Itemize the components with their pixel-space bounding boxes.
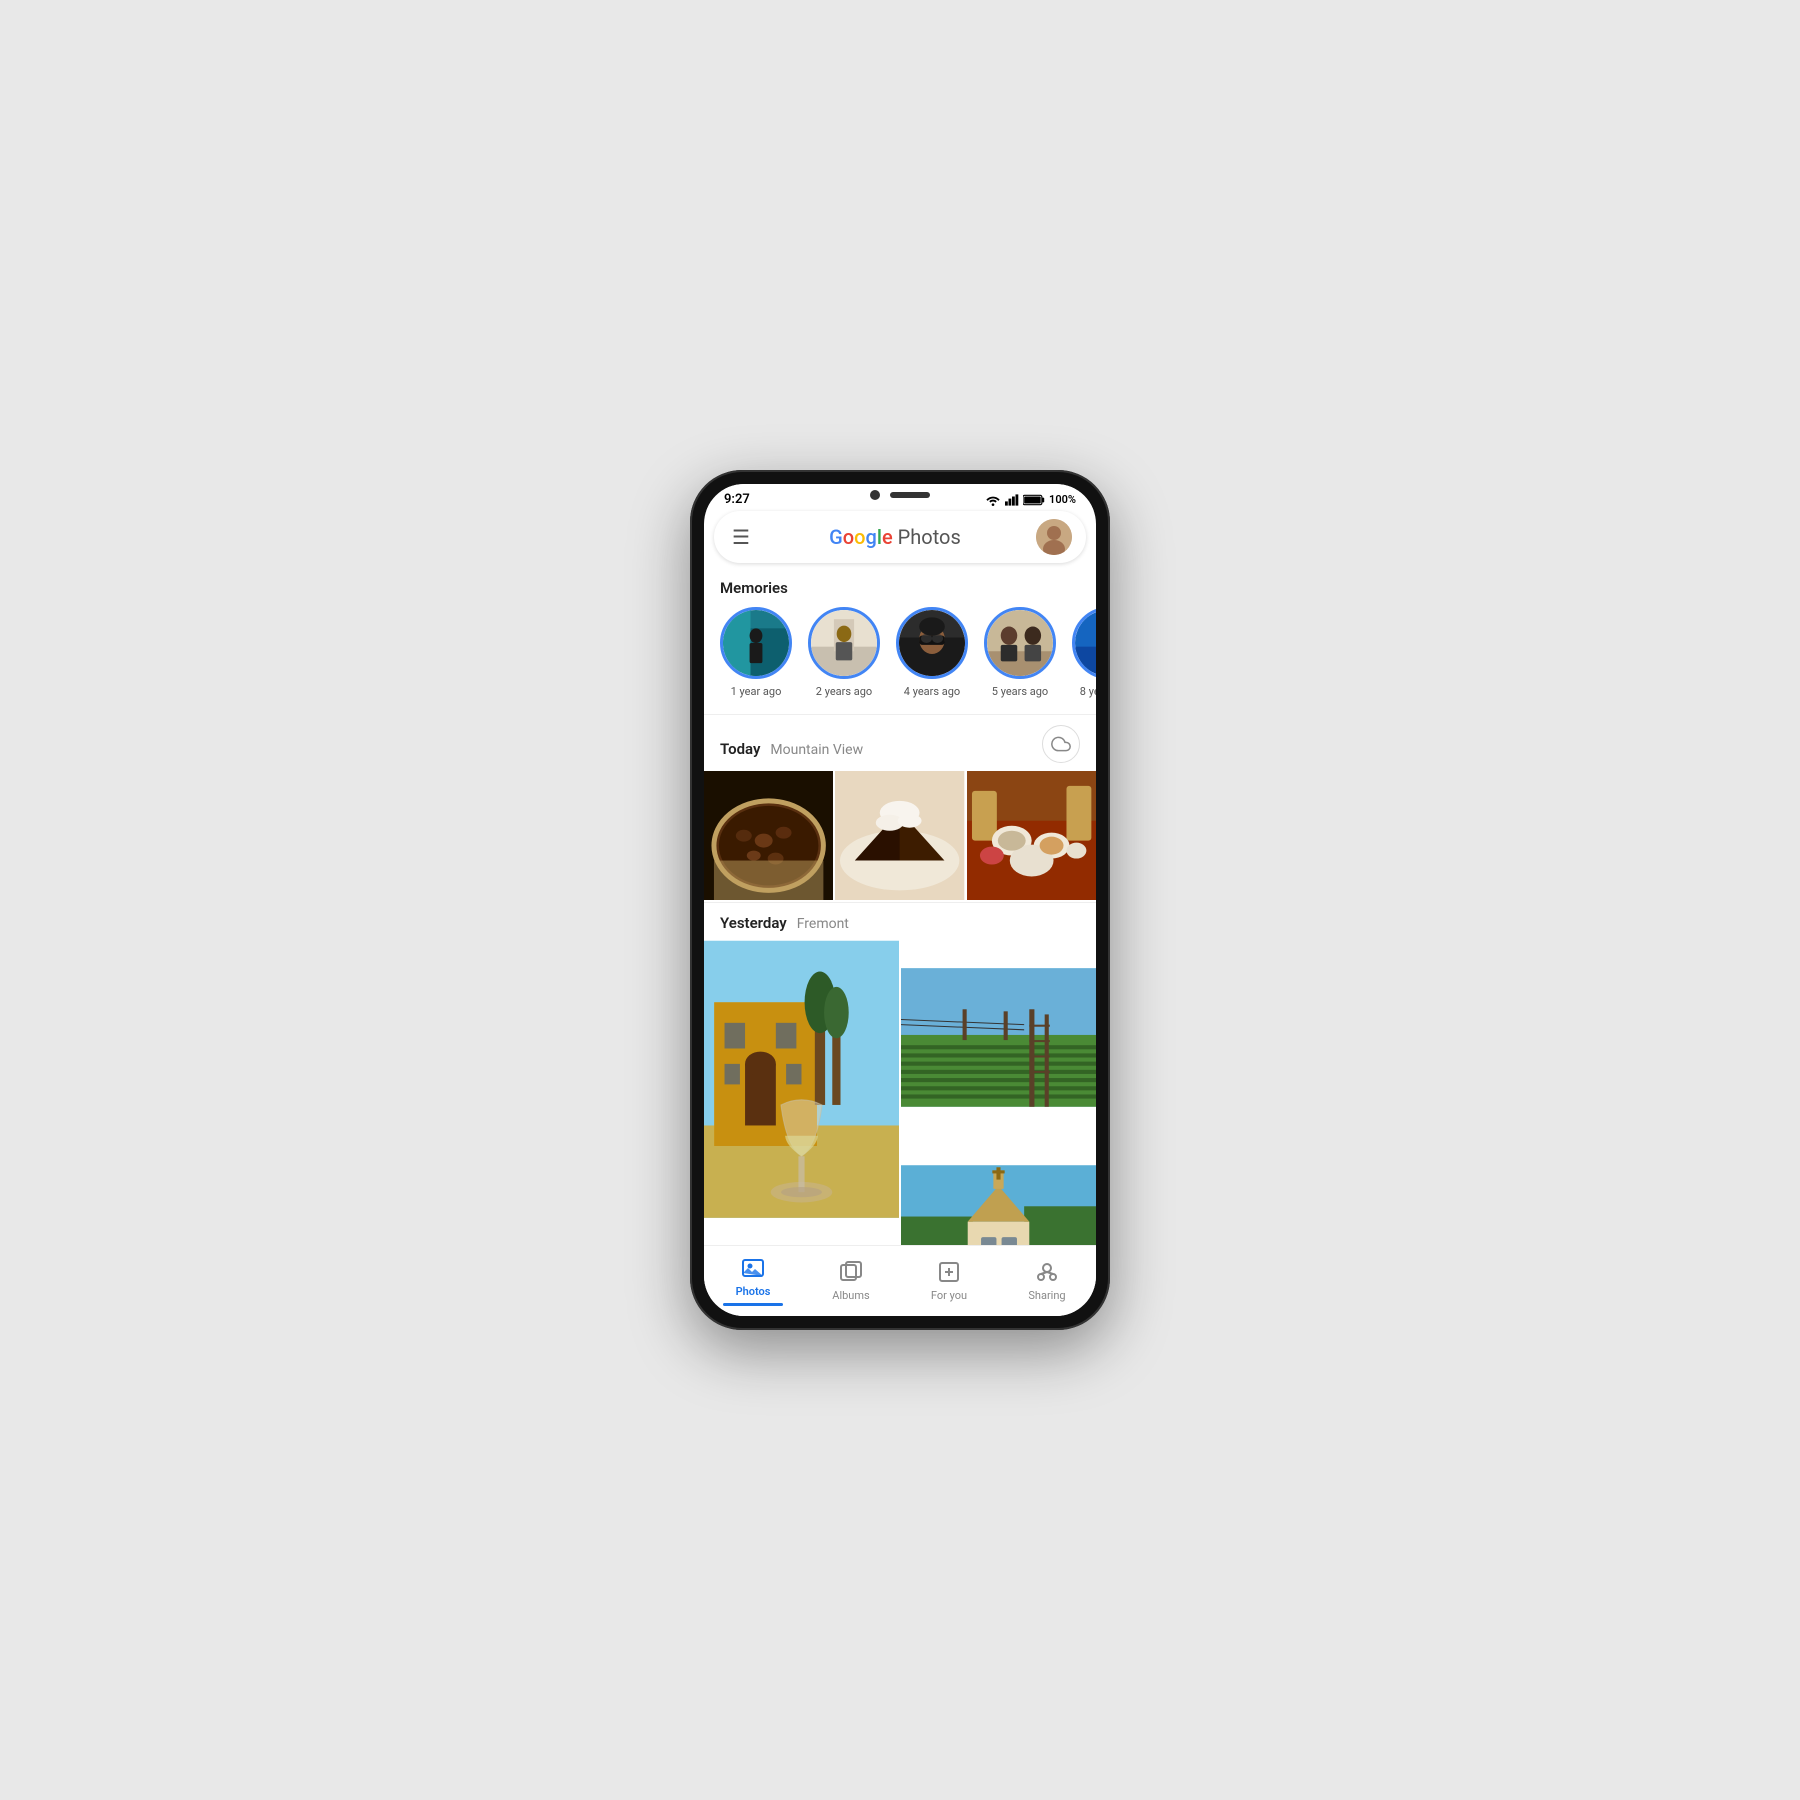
today-photo-1[interactable] xyxy=(704,771,833,900)
main-content: Memories 1 year ago xyxy=(704,571,1096,1245)
title-o2: o xyxy=(854,525,865,549)
title-e: e xyxy=(882,525,893,549)
phone-device: 9:27 xyxy=(690,470,1110,1330)
nav-photos-label: Photos xyxy=(736,1285,771,1298)
nav-for-you[interactable]: For you xyxy=(900,1258,998,1302)
status-time: 9:27 xyxy=(724,492,750,507)
nav-photos[interactable]: Photos xyxy=(704,1254,802,1306)
yesterday-photo-church[interactable] xyxy=(901,1137,1096,1245)
signal-icon xyxy=(1005,494,1019,506)
battery-icon xyxy=(1023,494,1045,506)
memory-label-4: 5 years ago xyxy=(992,685,1048,698)
speaker-bar xyxy=(890,492,930,498)
memory-label-2: 2 years ago xyxy=(816,685,872,698)
notch xyxy=(870,484,930,500)
wifi-icon xyxy=(985,494,1001,506)
today-location: Mountain View xyxy=(770,742,863,758)
app-header: ☰ Google Photos xyxy=(714,511,1086,563)
memory-item-1[interactable]: 1 year ago xyxy=(720,607,792,698)
yesterday-date-label: Yesterday Fremont xyxy=(720,913,849,932)
title-g2: g xyxy=(866,525,877,549)
title-photos: Photos xyxy=(893,525,961,549)
memories-row: 1 year ago 2 years ago xyxy=(704,607,1096,714)
user-avatar[interactable] xyxy=(1036,519,1072,555)
menu-icon[interactable]: ☰ xyxy=(728,521,754,553)
memory-label-1: 1 year ago xyxy=(731,685,782,698)
today-photo-3[interactable] xyxy=(967,771,1096,900)
app-title: Google Photos xyxy=(829,525,961,549)
today-photo-2[interactable] xyxy=(835,771,964,900)
status-icons: 100% xyxy=(985,493,1076,506)
title-g: G xyxy=(829,525,843,549)
albums-nav-icon xyxy=(837,1258,865,1286)
today-photo-grid xyxy=(704,771,1096,902)
memory-label-3: 4 years ago xyxy=(904,685,960,698)
sharing-nav-icon xyxy=(1033,1258,1061,1286)
yesterday-label: Yesterday xyxy=(720,914,787,932)
nav-sharing-label: Sharing xyxy=(1028,1289,1065,1302)
nav-for-you-label: For you xyxy=(931,1289,967,1302)
camera-dot xyxy=(870,490,880,500)
today-label: Today xyxy=(720,740,760,758)
phone-screen: 9:27 xyxy=(704,484,1096,1316)
memory-item-4[interactable]: 5 years ago xyxy=(984,607,1056,698)
nav-albums[interactable]: Albums xyxy=(802,1258,900,1302)
nav-active-indicator xyxy=(723,1303,783,1306)
bottom-nav: Photos Albums xyxy=(704,1245,1096,1316)
battery-pct: 100% xyxy=(1049,493,1076,506)
yesterday-photo-vineyard[interactable] xyxy=(901,940,1096,1135)
yesterday-photo-grid xyxy=(704,940,1096,1245)
yesterday-photo-large[interactable] xyxy=(704,940,899,1219)
today-date-label: Today Mountain View xyxy=(720,739,863,758)
for-you-nav-icon xyxy=(935,1258,963,1286)
cloud-upload-btn[interactable] xyxy=(1042,725,1080,763)
nav-albums-label: Albums xyxy=(832,1289,869,1302)
memories-label: Memories xyxy=(704,571,1096,607)
memory-label-5: 8 years ago xyxy=(1080,685,1096,698)
memory-item-3[interactable]: 4 years ago xyxy=(896,607,968,698)
title-o1: o xyxy=(843,525,854,549)
yesterday-date-row: Yesterday Fremont xyxy=(704,903,1096,940)
today-date-row: Today Mountain View xyxy=(704,715,1096,771)
memory-item-2[interactable]: 2 years ago xyxy=(808,607,880,698)
nav-sharing[interactable]: Sharing xyxy=(998,1258,1096,1302)
memory-item-5[interactable]: 8 years ago xyxy=(1072,607,1096,698)
photos-nav-icon xyxy=(739,1254,767,1282)
yesterday-location: Fremont xyxy=(797,916,849,932)
